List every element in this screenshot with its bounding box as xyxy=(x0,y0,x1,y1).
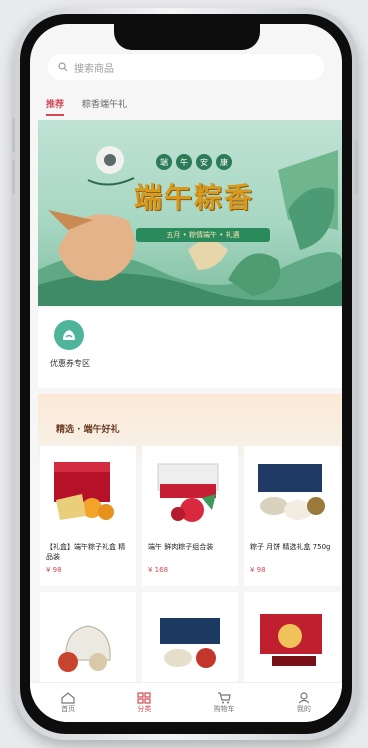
category-tabs: 推荐 粽香端午礼 xyxy=(30,90,342,116)
tab-cart-label: 购物车 xyxy=(213,704,235,713)
product-image xyxy=(260,614,322,666)
banner-badge: 安 xyxy=(196,154,212,170)
search-input[interactable]: 搜索商品 xyxy=(48,54,324,80)
product-name: 粽子 月饼 精选礼盒 750g xyxy=(250,543,331,551)
app-screen: 搜索商品 推荐 粽香端午礼 端 午 安 康 端午粽香 五月 • 粽情端午 • 礼… xyxy=(30,24,342,722)
tab-profile[interactable]: 我的 xyxy=(296,691,311,714)
recommend-section: 精选 · 端午好礼 【礼盒】端午粽子礼盒 精品装 ¥ 98 端午 鲜肉粽子组合装… xyxy=(38,394,342,722)
promo-banner[interactable]: 端 午 安 康 端午粽香 五月 • 粽情端午 • 礼遇 xyxy=(38,120,342,306)
tab-dragon-boat-gifts[interactable]: 粽香端午礼 xyxy=(82,97,127,110)
category-icon xyxy=(137,691,151,704)
product-image xyxy=(58,625,111,672)
banner-ribbon: 五月 • 粽情端午 • 礼遇 xyxy=(136,228,270,242)
tab-category[interactable]: 分类 xyxy=(137,691,152,714)
coupon-icon[interactable] xyxy=(54,320,84,350)
product-name: 端午 鲜肉粽子组合装 xyxy=(148,543,214,551)
banner-badge: 端 xyxy=(156,154,172,170)
product-grid: 【礼盒】端午粽子礼盒 精品装 ¥ 98 端午 鲜肉粽子组合装 ¥ 168 粽子 … xyxy=(38,446,342,586)
tab-cart[interactable]: 购物车 xyxy=(213,691,235,714)
product-image xyxy=(160,618,220,668)
product-card[interactable]: 【礼盒】端午粽子礼盒 精品装 ¥ 98 xyxy=(40,446,136,586)
product-price: ¥ 98 xyxy=(46,566,62,574)
power-button xyxy=(355,140,358,194)
tab-home[interactable]: 首页 xyxy=(61,691,76,714)
notch xyxy=(114,24,260,50)
banner-title: 端午粽香 xyxy=(134,181,255,214)
tab-category-label: 分类 xyxy=(137,704,152,713)
tab-home-label: 首页 xyxy=(61,704,76,713)
product-name: 【礼盒】端午粽子礼盒 精品装 xyxy=(46,543,126,561)
product-image xyxy=(54,462,114,520)
quick-entry-label[interactable]: 优惠券专区 xyxy=(50,358,90,369)
search-icon xyxy=(58,62,68,72)
recommend-title: 精选 · 端午好礼 xyxy=(56,425,120,435)
tab-profile-label: 我的 xyxy=(296,704,311,713)
bottom-tab-bar: 首页 分类 购物车 我的 xyxy=(30,682,342,722)
home-icon xyxy=(61,691,75,704)
search-placeholder: 搜索商品 xyxy=(74,63,114,75)
product-card[interactable]: 粽子 月饼 精选礼盒 750g ¥ 98 xyxy=(244,446,340,586)
volume-up-button xyxy=(12,118,15,152)
product-price: ¥ 98 xyxy=(250,566,266,574)
banner-badge: 午 xyxy=(176,154,192,170)
banner-badge: 康 xyxy=(216,154,232,170)
user-icon xyxy=(298,691,310,703)
cart-icon xyxy=(218,691,231,703)
banner-badges: 端 午 安 康 xyxy=(156,154,232,170)
product-card[interactable]: 端午 鲜肉粽子组合装 ¥ 168 xyxy=(142,446,238,586)
volume-down-button xyxy=(12,160,15,194)
product-price: ¥ 168 xyxy=(148,566,169,574)
tab-recommend[interactable]: 推荐 xyxy=(46,97,65,116)
quick-entry-section: 优惠券专区 xyxy=(38,308,342,388)
product-image xyxy=(258,464,325,520)
product-image xyxy=(157,463,219,522)
